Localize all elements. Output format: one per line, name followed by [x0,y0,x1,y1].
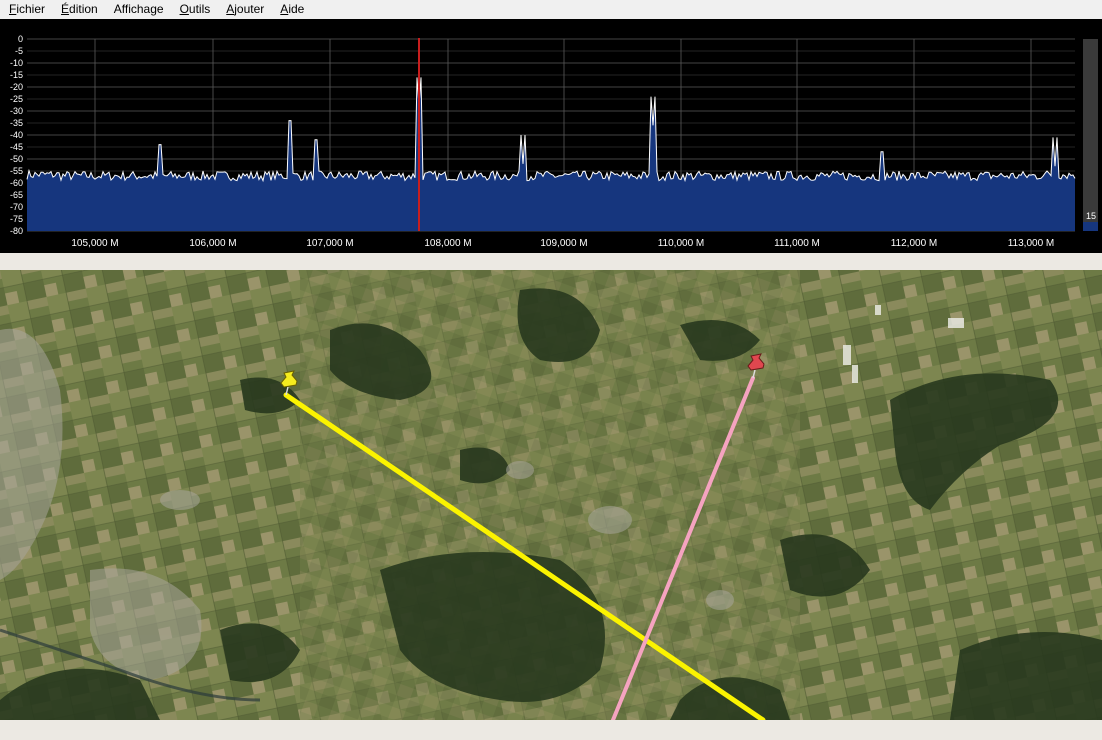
y-tick-label: -75 [10,214,23,224]
y-tick-label: -35 [10,118,23,128]
y-tick-label: -40 [10,130,23,140]
y-tick-label: -70 [10,202,23,212]
y-axis-labels: 0 -5 -10 -15 -20 -25 -30 -35 -40 -45 -50 -55 -60 -65 -… [10,34,23,236]
satellite-map[interactable] [0,270,1102,720]
menu-affichage[interactable]: Affichage [106,0,172,19]
signal-meter-fill [1083,222,1098,231]
spectrum-panel[interactable]: 0 -5 -10 -15 -20 -25 -30 -35 -40 -45 -50 -55 -60 -65 -… [0,19,1102,253]
y-tick-label: -30 [10,106,23,116]
y-tick-label: -25 [10,94,23,104]
y-tick-label: -10 [10,58,23,68]
spectrum-fill [27,77,1075,232]
menu-fichier[interactable]: Fichier [0,0,53,19]
spectrum-trace [26,77,1076,183]
x-tick-label: 113,000 M [1008,238,1055,249]
signal-meter-value: 15 [1086,211,1096,221]
x-axis-labels: 105,000 M 106,000 M 107,000 M 108,000 M 109,… [71,238,1054,249]
x-tick-label: 111,000 M [774,238,820,249]
y-tick-label: 0 [18,34,23,44]
x-tick-label: 108,000 M [424,238,471,249]
y-tick-label: -80 [10,226,23,236]
y-tick-label: -50 [10,154,23,164]
signal-meter: 15 [1083,39,1098,231]
menu-outils[interactable]: Outils [172,0,219,19]
y-tick-label: -60 [10,178,23,188]
menu-aide[interactable]: Aide [272,0,312,19]
spectrum-plot[interactable]: 0 -5 -10 -15 -20 -25 -30 -35 -40 -45 -50 -55 -60 -65 -… [0,19,1102,253]
x-tick-label: 106,000 M [189,238,236,249]
panel-divider[interactable] [0,253,1102,270]
x-tick-label: 107,000 M [306,238,353,249]
y-tick-label: -45 [10,142,23,152]
map-canvas[interactable] [0,270,1102,720]
menu-bar: Fichier Édition Affichage Outils Ajouter… [0,0,1102,19]
menu-edition[interactable]: Édition [53,0,106,19]
menu-ajouter[interactable]: Ajouter [218,0,272,19]
signal-meter-track [1083,39,1098,231]
y-tick-label: -20 [10,82,23,92]
x-tick-label: 105,000 M [71,238,118,249]
x-tick-label: 109,000 M [540,238,587,249]
y-tick-label: -55 [10,166,23,176]
x-tick-label: 110,000 M [658,238,705,249]
y-tick-label: -65 [10,190,23,200]
x-tick-label: 112,000 M [891,238,938,249]
y-tick-label: -5 [15,46,23,56]
y-tick-label: -15 [10,70,23,80]
status-bar [0,720,1102,740]
